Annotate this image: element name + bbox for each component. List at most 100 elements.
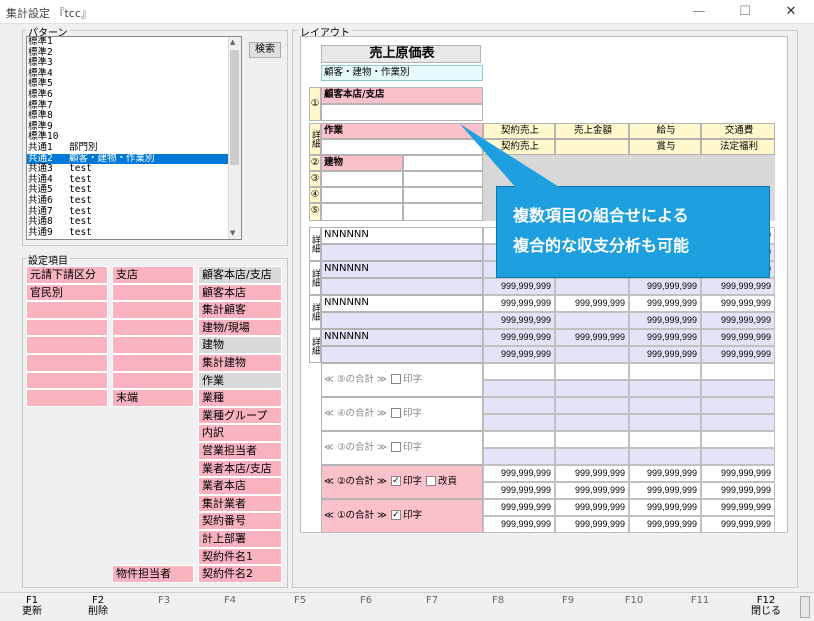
function-key-f8[interactable]: F8 [478,595,518,606]
function-key-f12[interactable]: F12 閉じる [746,595,786,617]
function-key-f2[interactable]: F2 削除 [78,595,118,617]
settings-col3-item[interactable]: 業者本店/支店 [198,459,282,478]
settings-col3-item[interactable]: 営業担当者 [198,442,282,460]
subtotal-value-cell: 999,999,999 [555,499,629,516]
level5-b [403,203,483,221]
settings-col1-item[interactable] [26,336,108,354]
settings-col1-item[interactable]: 官民別 [26,283,108,302]
print-checkbox[interactable] [390,408,401,418]
pattern-list-item[interactable]: 共通3 test [27,164,241,175]
function-key-f6[interactable]: F6 [346,595,386,606]
pattern-list-item[interactable]: 標準7 [27,100,241,112]
settings-col3-item[interactable]: 集計建物 [198,354,282,372]
function-key-f3[interactable]: F3 [144,595,184,606]
settings-col3-item[interactable]: 契約件名2 [198,565,282,583]
function-key-code: F6 [359,595,373,606]
settings-col2-bottom-item[interactable]: 物件担当者 [112,565,194,583]
settings-col2-item[interactable] [112,301,194,319]
subtotal-value-cell [701,397,775,414]
settings-col3-item[interactable]: 契約番号 [198,512,282,530]
pattern-list-item[interactable]: 共通9 test [27,227,241,239]
subtotal-value-cell: 999,999,999 [701,499,775,516]
settings-col2-item[interactable] [112,354,194,372]
pattern-list-item[interactable]: 共通8 test [27,216,241,228]
subtotal-value-cell [483,380,555,397]
pattern-list-item[interactable]: 標準4 [27,68,241,80]
function-key-f1[interactable]: F1 更新 [12,595,52,617]
print-checkbox[interactable] [390,374,401,384]
subtotal-value-cell [629,414,701,431]
function-key-f10[interactable]: F10 [614,595,654,606]
function-key-code: F9 [561,595,575,606]
settings-col2-item[interactable] [112,371,194,390]
pattern-list-item[interactable]: 標準9 [27,121,241,133]
function-key-f9[interactable]: F9 [548,595,588,606]
pattern-list-item[interactable]: 標準10 [27,132,241,143]
settings-col3-item[interactable]: 顧客本店 [198,283,282,302]
settings-col3-item[interactable]: 作業 [198,371,282,390]
settings-col3-item[interactable]: 業種グループ [198,406,282,425]
pattern-list-item[interactable]: 共通1 部門別 [27,142,241,154]
settings-col1-item[interactable]: 元請下請区分 [26,266,108,284]
settings-col3-item[interactable]: 集計業者 [198,494,282,513]
maximize-icon[interactable]: ☐ [722,0,768,24]
scroll-down-icon[interactable]: ▼ [230,229,235,237]
settings-col3-item[interactable]: 建物/現場 [198,318,282,337]
pattern-list-item[interactable]: 標準6 [27,89,241,101]
settings-col1-item[interactable] [26,354,108,372]
settings-col2-item[interactable]: 支店 [112,266,194,284]
scrollbar-thumb[interactable] [230,50,239,165]
settings-col3-item[interactable]: 契約件名1 [198,547,282,566]
subtotal-value-cell [555,431,629,448]
search-button[interactable]: 検索 [249,42,281,58]
resize-grip[interactable] [800,596,810,618]
settings-col3-item[interactable]: 顧客本店/支店 [198,266,282,284]
pattern-list-item[interactable]: 共通5 test [27,185,241,196]
settings-col3-item[interactable]: 計上部署 [198,530,282,548]
function-key-f7[interactable]: F7 [412,595,452,606]
pattern-list-item[interactable]: 標準1 [27,37,241,48]
function-key-f4[interactable]: F4 [210,595,250,606]
print-checkbox[interactable]: ✓ [390,510,401,520]
pattern-list-item[interactable]: 共通2 顧客・建物・作業別 [27,153,241,165]
function-key-f5[interactable]: F5 [280,595,320,606]
settings-col2-item[interactable]: 末端 [112,389,194,407]
settings-col3-item[interactable]: 集計顧客 [198,301,282,319]
settings-col3-item[interactable]: 業種 [198,389,282,407]
close-icon[interactable]: ✕ [768,0,814,24]
pattern-list-item[interactable]: 標準5 [27,79,241,90]
function-key-f11[interactable]: F11 [680,595,720,606]
settings-col1-item[interactable] [26,318,108,337]
print-checkbox[interactable] [390,442,401,452]
minimize-icon[interactable]: — [676,0,722,24]
pagebreak-checkbox[interactable] [425,476,436,486]
settings-col2-item[interactable] [112,283,194,302]
settings-col3-item[interactable]: 建物 [198,336,282,354]
scroll-up-icon[interactable]: ▲ [230,38,235,46]
pattern-list-item[interactable]: 共通4 test [27,174,241,186]
settings-col1-item[interactable] [26,371,108,390]
detail-marker: 詳細 [309,329,321,363]
function-key-code: F2 [91,595,105,606]
detail-value-cell: 999,999,999 [483,346,555,363]
detail-value-cell: 999,999,999 [483,295,555,312]
settings-col2-item[interactable] [112,318,194,337]
pattern-list[interactable]: 標準1 標準2 標準3 標準4 標準5 標準6 標準7 標準8 標準9 標準10 共通1 部門別 共通2… [26,36,242,240]
subtotal-label-sum1: ≪ ①の合計 ≫ ✓ 印字 [321,499,483,532]
settings-col1-item[interactable] [26,301,108,319]
subtotal-value-cell: 999,999,999 [629,516,701,532]
print-checkbox[interactable]: ✓ [390,476,401,486]
pattern-code: 標準1 [28,36,53,47]
pattern-list-item[interactable]: 標準8 [27,111,241,122]
pattern-list-item[interactable]: 標準2 [27,47,241,59]
detail-label-sub [321,278,483,295]
settings-col2-item[interactable] [112,336,194,354]
subtotal-label-sum3: ≪ ③の合計 ≫ 印字 [321,431,483,465]
pattern-list-item[interactable]: 共通6 test [27,195,241,207]
pattern-list-item[interactable]: 共通7 test [27,206,241,218]
pattern-list-item[interactable]: 標準3 [27,58,241,69]
settings-col1-item[interactable] [26,389,108,407]
settings-col3-item[interactable]: 内訳 [198,424,282,442]
settings-col3-item[interactable]: 業者本店 [198,477,282,495]
detail-value-cell: 999,999,999 [701,295,775,312]
